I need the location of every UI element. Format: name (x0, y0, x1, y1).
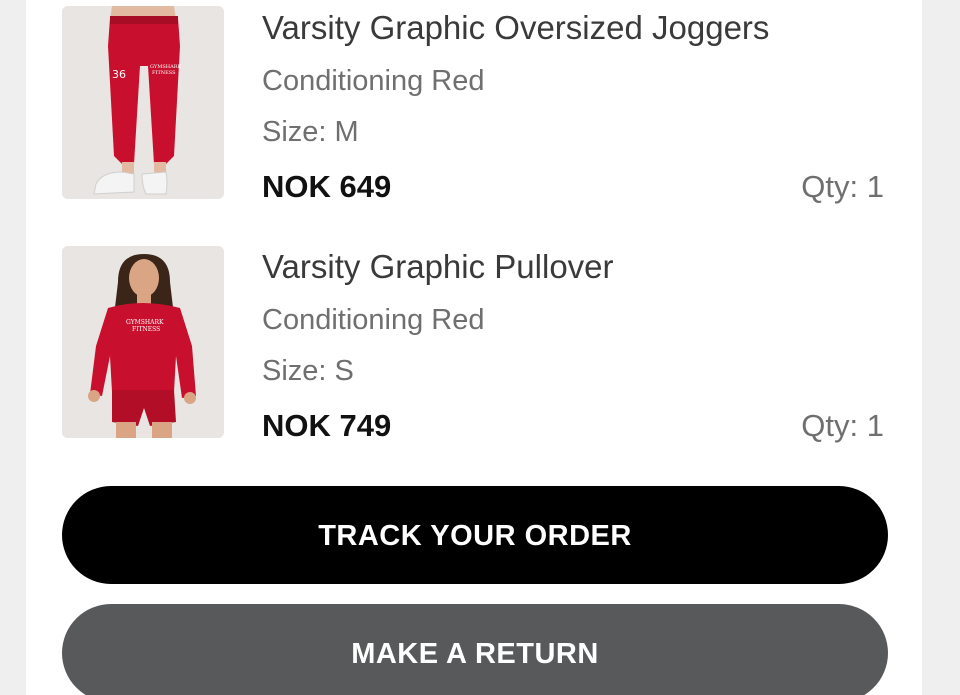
product-price: NOK 649 (262, 169, 392, 204)
product-price: NOK 749 (262, 408, 392, 443)
product-size: Size: M (262, 116, 359, 148)
svg-text:FITNESS: FITNESS (152, 70, 176, 76)
product-image-joggers[interactable]: 36 GYMSHARK FITNESS (62, 6, 224, 199)
product-quantity: Qty: 1 (801, 408, 884, 443)
product-size: Size: S (262, 355, 354, 387)
product-name[interactable]: Varsity Graphic Oversized Joggers (262, 9, 769, 47)
track-order-button[interactable]: TRACK YOUR ORDER (62, 486, 888, 584)
make-return-button[interactable]: MAKE A RETURN (62, 604, 888, 695)
product-color: Conditioning Red (262, 65, 485, 97)
product-color: Conditioning Red (262, 304, 485, 336)
svg-text:FITNESS: FITNESS (132, 326, 160, 333)
order-summary-card: 36 GYMSHARK FITNESS Varsity Graphic Over… (26, 0, 922, 695)
order-item-joggers[interactable]: 36 GYMSHARK FITNESS Varsity Graphic Over… (26, 0, 922, 204)
order-item-pullover[interactable]: GYMSHARK FITNESS Varsity Graphic Pullove… (26, 240, 922, 443)
pullover-logo-print: GYMSHARK (126, 319, 164, 326)
product-name[interactable]: Varsity Graphic Pullover (262, 248, 614, 286)
product-quantity: Qty: 1 (801, 169, 884, 204)
product-image-pullover[interactable]: GYMSHARK FITNESS (62, 246, 224, 438)
jogger-number-print: 36 (112, 68, 126, 81)
